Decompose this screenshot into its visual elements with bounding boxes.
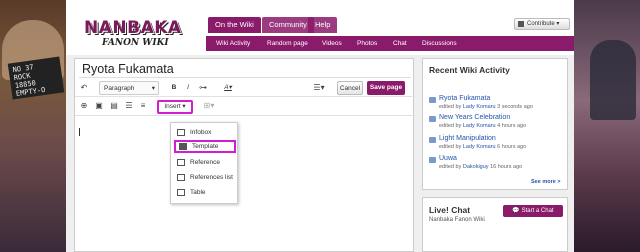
meta-time: 4 hours ago	[495, 123, 527, 129]
text-style-button[interactable]: A▾	[221, 81, 235, 95]
nav-photos[interactable]: Photos	[357, 36, 377, 51]
meta-prefix: edited by	[439, 144, 463, 150]
menu-label: Table	[190, 189, 206, 196]
activity-link[interactable]: Uuwa	[439, 155, 457, 162]
menu-label: References list	[190, 174, 233, 181]
infobox-icon	[177, 129, 185, 136]
recent-activity-module: Recent Wiki Activity Ryota Fukamata edit…	[422, 58, 568, 190]
text-style-label: A	[224, 84, 229, 91]
activity-meta: edited by Lady Komaru 4 hours ago	[439, 123, 526, 129]
prisoner-sign: NO 37 ROCK 18850 EMPTY-O	[7, 56, 65, 100]
nav-bar	[206, 36, 574, 51]
edit-activity-icon	[429, 157, 436, 163]
menu-label: Infobox	[190, 129, 212, 136]
meta-prefix: edited by	[439, 104, 463, 110]
insert-dropdown[interactable]: Insert ▾	[157, 100, 193, 114]
background-art-right	[572, 0, 640, 252]
activity-meta: edited by Lady Komaru 6 hours ago	[439, 144, 526, 150]
template-icon	[179, 143, 187, 150]
menu-item-template[interactable]: Template	[174, 140, 236, 153]
activity-meta: edited by Lady Komaru 3 seconds ago	[439, 104, 533, 110]
logo-sub-text: FANON WIKI	[102, 38, 169, 48]
gallery-icon[interactable]: ▤	[109, 99, 119, 113]
activity-user-link[interactable]: Dakokiguy	[463, 164, 489, 170]
tab-help[interactable]: Help	[308, 17, 338, 33]
nav-chat[interactable]: Chat	[393, 36, 407, 51]
menu-label: Reference	[190, 159, 220, 166]
module-title: Recent Wiki Activity	[429, 65, 510, 75]
paragraph-format-dropdown[interactable]: Paragraph ▾	[99, 81, 159, 95]
edit-activity-icon	[429, 97, 436, 103]
menu-label: Template	[192, 143, 219, 150]
insert-label: Insert	[164, 103, 181, 110]
activity-user-link[interactable]: Lady Komaru	[463, 144, 496, 150]
see-more-link[interactable]: See more >	[531, 179, 561, 185]
reference-icon	[177, 159, 185, 166]
logo-main-text: NANBAKA	[84, 18, 182, 38]
activity-user-link[interactable]: Lady Komaru	[463, 104, 496, 110]
meta-prefix: edited by	[439, 164, 463, 170]
activity-link[interactable]: Ryota Fukamata	[439, 95, 490, 102]
contribute-label: Contribute	[527, 21, 555, 27]
nav-discussions[interactable]: Discussions	[422, 36, 457, 51]
meta-time: 6 hours ago	[495, 144, 527, 150]
references-list-icon	[177, 174, 185, 181]
table-tool-icon[interactable]: ⊞▾	[199, 99, 219, 113]
save-page-button[interactable]: Save page	[367, 81, 405, 95]
wiki-logo[interactable]: NANBAKA FANON WIKI	[84, 18, 202, 52]
start-chat-button[interactable]: 💬 Start a Chat	[503, 205, 563, 217]
wiki-page: NANBAKA FANON WIKI On the Wiki Community…	[66, 0, 574, 252]
insert-menu: Infobox Template Reference References li…	[170, 122, 238, 204]
chat-title: Live! Chat	[429, 205, 471, 215]
menu-item-infobox[interactable]: Infobox	[174, 126, 236, 139]
edit-activity-icon	[429, 116, 436, 122]
meta-time: 3 seconds ago	[495, 104, 533, 110]
italic-button[interactable]: I	[183, 81, 193, 95]
meta-prefix: edited by	[439, 123, 463, 129]
bullet-list-icon[interactable]: ☰	[124, 99, 134, 113]
edit-activity-icon	[429, 137, 436, 143]
tab-on-the-wiki[interactable]: On the Wiki	[208, 17, 261, 33]
visual-editor: Ryota Fukamata ↶ Paragraph ▾ B I ⊶ A▾ ☰▾…	[74, 58, 415, 252]
contribute-button[interactable]: Contribute ▾	[514, 18, 570, 30]
add-media-icon[interactable]: ⊕	[79, 99, 89, 113]
edit-icon	[518, 21, 524, 27]
table-icon	[177, 189, 185, 196]
undo-icon[interactable]: ↶	[79, 81, 89, 95]
activity-meta: edited by Dakokiguy 16 hours ago	[439, 164, 522, 170]
meta-time: 16 hours ago	[488, 164, 523, 170]
link-icon[interactable]: ⊶	[197, 81, 209, 95]
nav-wiki-activity[interactable]: Wiki Activity	[216, 36, 250, 51]
wiki-header: NANBAKA FANON WIKI On the Wiki Community…	[66, 0, 574, 55]
editor-toolbar-top: ↶ Paragraph ▾ B I ⊶ A▾ ☰▾ Cancel Save pa…	[75, 79, 415, 97]
activity-user-link[interactable]: Lady Komaru	[463, 123, 496, 129]
tab-community[interactable]: Community	[262, 17, 314, 33]
text-cursor	[79, 128, 80, 136]
paragraph-label: Paragraph	[104, 85, 135, 92]
nav-random-page[interactable]: Random page	[267, 36, 308, 51]
live-chat-module: Live! Chat Nanbaka Fanon Wiki 💬 Start a …	[422, 197, 568, 252]
activity-link[interactable]: New Years Celebration	[439, 114, 510, 121]
list-format-icon[interactable]: ☰▾	[311, 81, 327, 95]
numbered-list-icon[interactable]: ≡	[138, 99, 148, 113]
page-title-input[interactable]: Ryota Fukamata	[79, 61, 411, 78]
menu-item-table[interactable]: Table	[174, 186, 236, 199]
menu-item-reference[interactable]: Reference	[174, 156, 236, 169]
menu-item-references-list[interactable]: References list	[174, 171, 236, 184]
character-art-right	[590, 40, 636, 120]
image-icon[interactable]: ▣	[94, 99, 104, 113]
activity-link[interactable]: Light Manipulation	[439, 135, 496, 142]
start-chat-label: Start a Chat	[521, 208, 554, 214]
editor-toolbar-bottom: ⊕ ▣ ▤ ☰ ≡ Insert ▾ ⊞▾	[75, 98, 415, 116]
background-art-left: NO 37 ROCK 18850 EMPTY-O	[0, 0, 70, 252]
bold-button[interactable]: B	[169, 81, 179, 95]
cancel-button[interactable]: Cancel	[337, 81, 363, 95]
nav-videos[interactable]: Videos	[322, 36, 342, 51]
chat-wiki-name: Nanbaka Fanon Wiki	[429, 217, 485, 223]
